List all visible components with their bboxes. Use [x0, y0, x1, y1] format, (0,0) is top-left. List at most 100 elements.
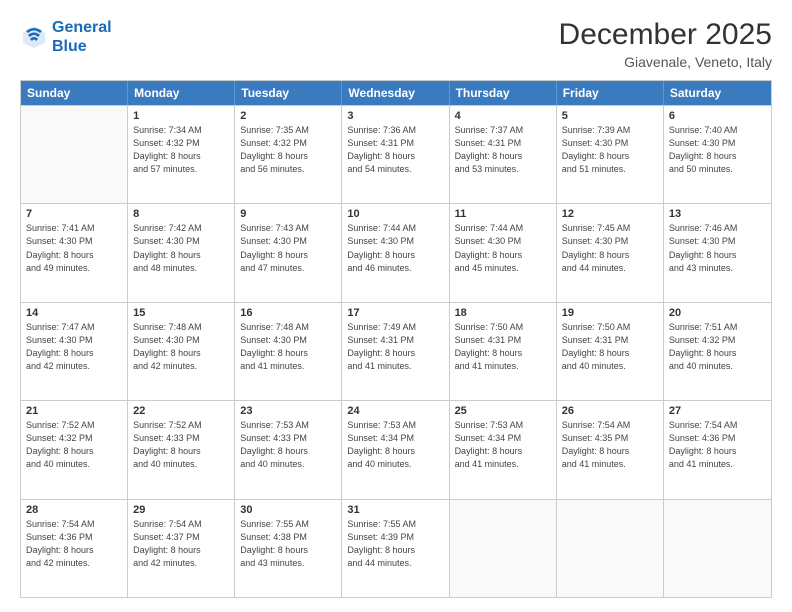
day-info: Sunrise: 7:54 AM Sunset: 4:35 PM Dayligh…: [562, 419, 658, 471]
day-info: Sunrise: 7:47 AM Sunset: 4:30 PM Dayligh…: [26, 321, 122, 373]
day-info: Sunrise: 7:52 AM Sunset: 4:32 PM Dayligh…: [26, 419, 122, 471]
day-number: 2: [240, 110, 336, 122]
header: General Blue December 2025 Giavenale, Ve…: [20, 18, 772, 70]
logo-icon: [20, 23, 48, 51]
day-number: 26: [562, 405, 658, 417]
day-number: 19: [562, 307, 658, 319]
page: General Blue December 2025 Giavenale, Ve…: [0, 0, 792, 612]
day-number: 10: [347, 208, 443, 220]
location: Giavenale, Veneto, Italy: [559, 54, 772, 70]
weekday-header-tuesday: Tuesday: [235, 81, 342, 105]
day-info: Sunrise: 7:36 AM Sunset: 4:31 PM Dayligh…: [347, 124, 443, 176]
weekday-header-saturday: Saturday: [664, 81, 771, 105]
calendar-cell-3-6: 19 Sunrise: 7:50 AM Sunset: 4:31 PM Dayli…: [557, 303, 664, 400]
day-info: Sunrise: 7:53 AM Sunset: 4:34 PM Dayligh…: [347, 419, 443, 471]
day-number: 20: [669, 307, 766, 319]
calendar-row-5: 28 Sunrise: 7:54 AM Sunset: 4:36 PM Dayli…: [21, 499, 771, 597]
day-number: 28: [26, 504, 122, 516]
calendar-row-2: 7 Sunrise: 7:41 AM Sunset: 4:30 PM Daylig…: [21, 203, 771, 301]
day-number: 13: [669, 208, 766, 220]
calendar-cell-2-3: 9Sunrise: 7:43 AM Sunset: 4:30 PM Daylig…: [235, 204, 342, 301]
calendar-cell-4-4: 24 Sunrise: 7:53 AM Sunset: 4:34 PM Dayli…: [342, 401, 449, 498]
calendar-row-4: 21Sunrise: 7:52 AM Sunset: 4:32 PM Dayli…: [21, 400, 771, 498]
calendar-cell-1-4: 3 Sunrise: 7:36 AM Sunset: 4:31 PM Daylig…: [342, 106, 449, 203]
day-number: 27: [669, 405, 766, 417]
calendar: SundayMondayTuesdayWednesdayThursdayFrid…: [20, 80, 772, 598]
day-info: Sunrise: 7:54 AM Sunset: 4:36 PM Dayligh…: [26, 518, 122, 570]
calendar-cell-5-7: [664, 500, 771, 597]
weekday-header-monday: Monday: [128, 81, 235, 105]
calendar-header: SundayMondayTuesdayWednesdayThursdayFrid…: [21, 81, 771, 105]
day-info: Sunrise: 7:44 AM Sunset: 4:30 PM Dayligh…: [455, 222, 551, 274]
day-number: 18: [455, 307, 551, 319]
calendar-body: 1Sunrise: 7:34 AM Sunset: 4:32 PM Daylig…: [21, 105, 771, 597]
calendar-cell-1-6: 5Sunrise: 7:39 AM Sunset: 4:30 PM Daylig…: [557, 106, 664, 203]
calendar-cell-4-3: 23Sunrise: 7:53 AM Sunset: 4:33 PM Dayli…: [235, 401, 342, 498]
day-number: 22: [133, 405, 229, 417]
day-number: 3: [347, 110, 443, 122]
day-info: Sunrise: 7:54 AM Sunset: 4:36 PM Dayligh…: [669, 419, 766, 471]
calendar-cell-1-5: 4 Sunrise: 7:37 AM Sunset: 4:31 PM Daylig…: [450, 106, 557, 203]
calendar-cell-4-6: 26 Sunrise: 7:54 AM Sunset: 4:35 PM Dayli…: [557, 401, 664, 498]
calendar-cell-3-4: 17Sunrise: 7:49 AM Sunset: 4:31 PM Dayli…: [342, 303, 449, 400]
calendar-cell-2-7: 13 Sunrise: 7:46 AM Sunset: 4:30 PM Dayli…: [664, 204, 771, 301]
day-info: Sunrise: 7:54 AM Sunset: 4:37 PM Dayligh…: [133, 518, 229, 570]
title-block: December 2025 Giavenale, Veneto, Italy: [559, 18, 772, 70]
day-info: Sunrise: 7:46 AM Sunset: 4:30 PM Dayligh…: [669, 222, 766, 274]
day-info: Sunrise: 7:51 AM Sunset: 4:32 PM Dayligh…: [669, 321, 766, 373]
day-number: 11: [455, 208, 551, 220]
day-info: Sunrise: 7:34 AM Sunset: 4:32 PM Dayligh…: [133, 124, 229, 176]
day-info: Sunrise: 7:42 AM Sunset: 4:30 PM Dayligh…: [133, 222, 229, 274]
day-number: 6: [669, 110, 766, 122]
day-number: 14: [26, 307, 122, 319]
month-title: December 2025: [559, 18, 772, 52]
calendar-cell-1-2: 1Sunrise: 7:34 AM Sunset: 4:32 PM Daylig…: [128, 106, 235, 203]
weekday-header-friday: Friday: [557, 81, 664, 105]
logo-text: General Blue: [52, 18, 112, 56]
logo: General Blue: [20, 18, 112, 56]
weekday-header-thursday: Thursday: [450, 81, 557, 105]
day-info: Sunrise: 7:40 AM Sunset: 4:30 PM Dayligh…: [669, 124, 766, 176]
calendar-row-1: 1Sunrise: 7:34 AM Sunset: 4:32 PM Daylig…: [21, 105, 771, 203]
day-number: 17: [347, 307, 443, 319]
calendar-cell-5-6: [557, 500, 664, 597]
calendar-cell-5-1: 28 Sunrise: 7:54 AM Sunset: 4:36 PM Dayli…: [21, 500, 128, 597]
day-info: Sunrise: 7:39 AM Sunset: 4:30 PM Dayligh…: [562, 124, 658, 176]
calendar-cell-2-2: 8 Sunrise: 7:42 AM Sunset: 4:30 PM Daylig…: [128, 204, 235, 301]
day-info: Sunrise: 7:41 AM Sunset: 4:30 PM Dayligh…: [26, 222, 122, 274]
calendar-cell-2-1: 7 Sunrise: 7:41 AM Sunset: 4:30 PM Daylig…: [21, 204, 128, 301]
day-number: 7: [26, 208, 122, 220]
day-number: 15: [133, 307, 229, 319]
calendar-cell-2-5: 11 Sunrise: 7:44 AM Sunset: 4:30 PM Dayli…: [450, 204, 557, 301]
calendar-cell-4-5: 25Sunrise: 7:53 AM Sunset: 4:34 PM Dayli…: [450, 401, 557, 498]
day-info: Sunrise: 7:48 AM Sunset: 4:30 PM Dayligh…: [133, 321, 229, 373]
day-number: 24: [347, 405, 443, 417]
calendar-cell-5-3: 30 Sunrise: 7:55 AM Sunset: 4:38 PM Dayli…: [235, 500, 342, 597]
calendar-cell-2-4: 10 Sunrise: 7:44 AM Sunset: 4:30 PM Dayli…: [342, 204, 449, 301]
day-number: 12: [562, 208, 658, 220]
day-number: 9: [240, 208, 336, 220]
calendar-cell-4-1: 21Sunrise: 7:52 AM Sunset: 4:32 PM Dayli…: [21, 401, 128, 498]
day-number: 8: [133, 208, 229, 220]
weekday-header-sunday: Sunday: [21, 81, 128, 105]
calendar-cell-3-3: 16Sunrise: 7:48 AM Sunset: 4:30 PM Dayli…: [235, 303, 342, 400]
calendar-cell-1-7: 6 Sunrise: 7:40 AM Sunset: 4:30 PM Daylig…: [664, 106, 771, 203]
calendar-cell-3-5: 18Sunrise: 7:50 AM Sunset: 4:31 PM Dayli…: [450, 303, 557, 400]
day-info: Sunrise: 7:50 AM Sunset: 4:31 PM Dayligh…: [562, 321, 658, 373]
calendar-cell-4-7: 27 Sunrise: 7:54 AM Sunset: 4:36 PM Dayli…: [664, 401, 771, 498]
day-info: Sunrise: 7:44 AM Sunset: 4:30 PM Dayligh…: [347, 222, 443, 274]
day-number: 30: [240, 504, 336, 516]
calendar-cell-3-2: 15 Sunrise: 7:48 AM Sunset: 4:30 PM Dayli…: [128, 303, 235, 400]
day-info: Sunrise: 7:35 AM Sunset: 4:32 PM Dayligh…: [240, 124, 336, 176]
calendar-cell-5-4: 31Sunrise: 7:55 AM Sunset: 4:39 PM Dayli…: [342, 500, 449, 597]
day-info: Sunrise: 7:55 AM Sunset: 4:39 PM Dayligh…: [347, 518, 443, 570]
day-info: Sunrise: 7:37 AM Sunset: 4:31 PM Dayligh…: [455, 124, 551, 176]
calendar-cell-4-2: 22Sunrise: 7:52 AM Sunset: 4:33 PM Dayli…: [128, 401, 235, 498]
day-info: Sunrise: 7:45 AM Sunset: 4:30 PM Dayligh…: [562, 222, 658, 274]
day-number: 4: [455, 110, 551, 122]
day-number: 25: [455, 405, 551, 417]
day-number: 29: [133, 504, 229, 516]
calendar-cell-5-2: 29 Sunrise: 7:54 AM Sunset: 4:37 PM Dayli…: [128, 500, 235, 597]
calendar-cell-1-3: 2 Sunrise: 7:35 AM Sunset: 4:32 PM Daylig…: [235, 106, 342, 203]
day-info: Sunrise: 7:55 AM Sunset: 4:38 PM Dayligh…: [240, 518, 336, 570]
